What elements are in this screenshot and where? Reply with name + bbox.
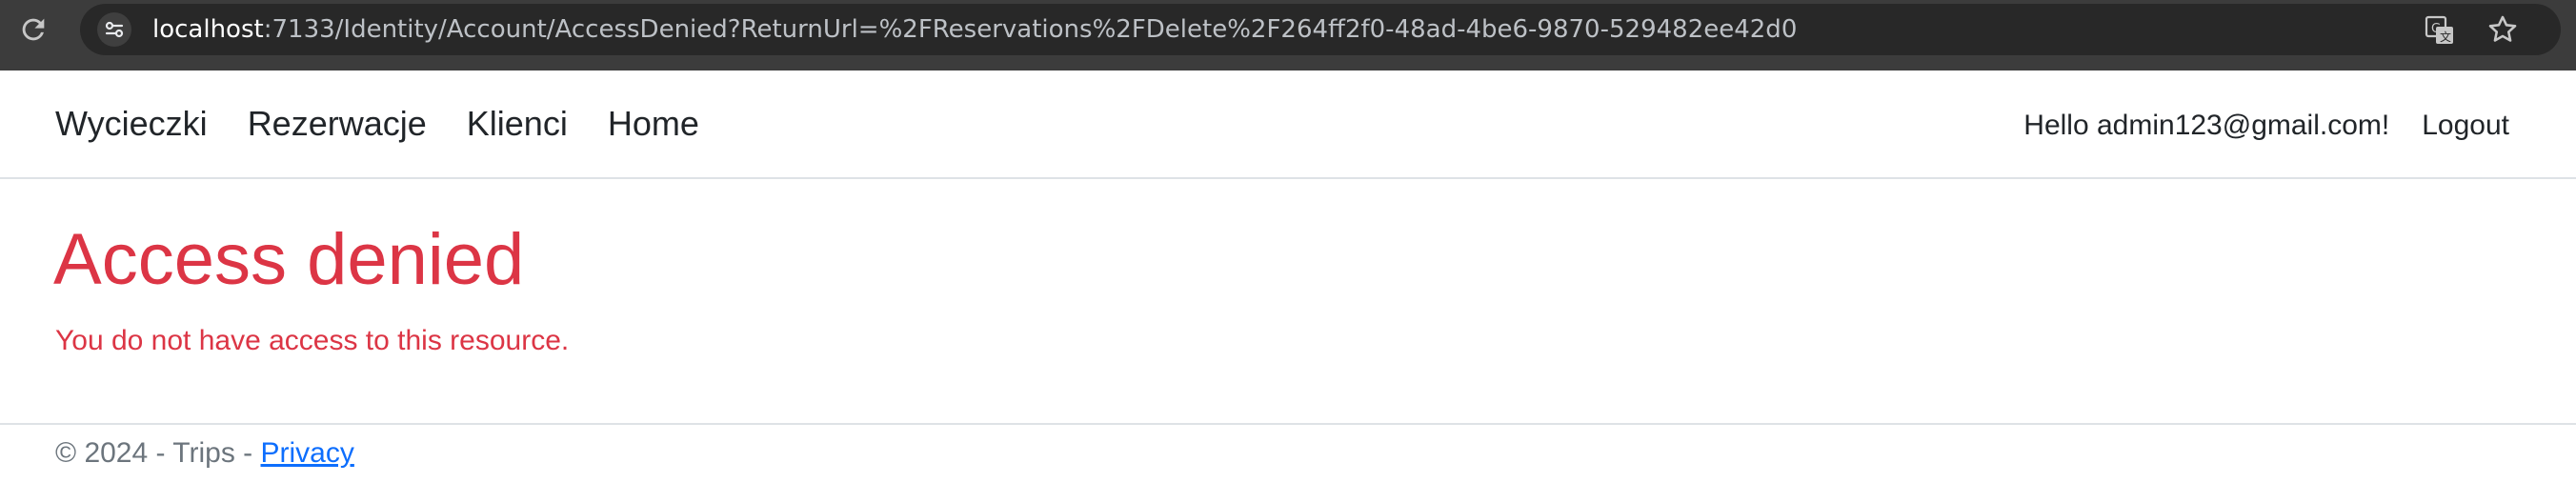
site-navbar: Wycieczki Rezerwacje Klienci Home Hello … (0, 70, 2576, 179)
nav-link-wycieczki[interactable]: Wycieczki (55, 103, 208, 145)
user-greeting-link[interactable]: Hello admin123@gmail.com! (2023, 107, 2389, 145)
copyright-text: © 2024 - Trips - (55, 437, 261, 469)
url-text[interactable]: localhost:7133/Identity/Account/AccessDe… (152, 14, 1797, 45)
logout-button[interactable]: Logout (2422, 107, 2509, 145)
nav-link-klienci[interactable]: Klienci (467, 103, 568, 145)
nav-link-home[interactable]: Home (608, 103, 699, 145)
privacy-link[interactable]: Privacy (261, 437, 354, 469)
address-bar[interactable]: localhost:7133/Identity/Account/AccessDe… (80, 4, 2561, 55)
site-info-icon[interactable] (97, 12, 131, 47)
nav-links: Wycieczki Rezerwacje Klienci Home (55, 103, 699, 145)
star-icon[interactable] (2486, 13, 2519, 46)
url-host: localhost (152, 15, 264, 44)
page-footer: © 2024 - Trips - Privacy (0, 423, 2576, 503)
page-title: Access denied (53, 219, 525, 300)
translate-icon[interactable]: G 文 (2424, 14, 2456, 47)
svg-text:文: 文 (2440, 30, 2451, 44)
footer-text: © 2024 - Trips - Privacy (55, 434, 354, 473)
url-path: :7133/Identity/Account/AccessDenied?Retu… (263, 15, 1798, 44)
access-denied-message: You do not have access to this resource. (55, 325, 570, 356)
nav-link-rezerwacje[interactable]: Rezerwacje (248, 103, 427, 145)
user-nav: Hello admin123@gmail.com! Logout (2023, 107, 2509, 145)
browser-toolbar: localhost:7133/Identity/Account/AccessDe… (0, 0, 2576, 70)
reload-icon[interactable] (17, 13, 50, 46)
